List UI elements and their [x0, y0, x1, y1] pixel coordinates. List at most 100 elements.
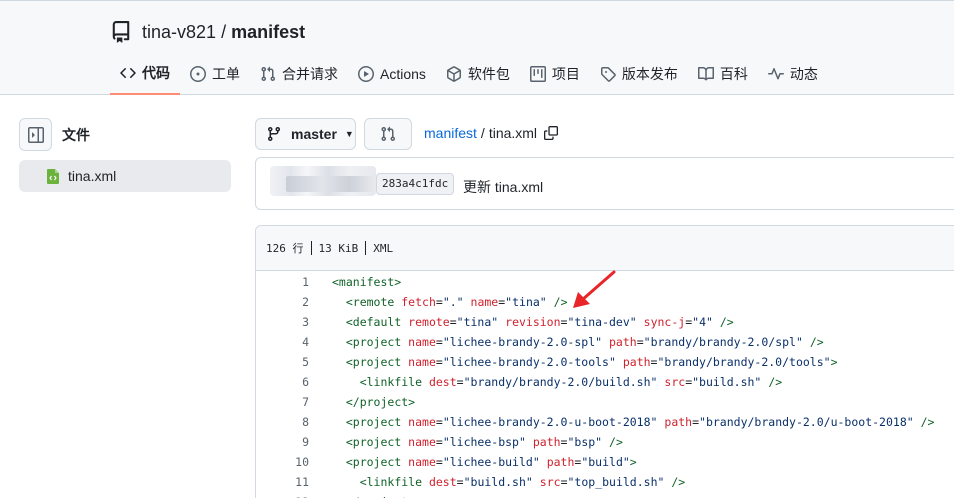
line-number[interactable]: 7	[256, 395, 309, 409]
xml-tag-token: <default	[345, 315, 409, 329]
branch-selector-button[interactable]: master ▼	[255, 118, 356, 150]
code-line: 7 </project>	[256, 392, 954, 412]
xml-tag-token: />	[671, 475, 686, 489]
code-icon	[120, 65, 136, 81]
tab-label: 项目	[551, 65, 580, 82]
tag-icon	[600, 66, 616, 82]
tab-actions[interactable]: Actions	[348, 56, 436, 91]
xml-attr-token: sync-j	[643, 315, 686, 329]
line-number[interactable]: 11	[256, 475, 309, 489]
code-line: 10 <project name="lichee-build" path="bu…	[256, 452, 954, 472]
tab-code[interactable]: 代码	[110, 56, 180, 95]
branch-name: master	[291, 126, 337, 142]
code-line: 8 <project name="lichee-brandy-2.0-u-boo…	[256, 412, 954, 432]
line-source: <linkfile dest="build.sh" src="top_build…	[309, 475, 686, 489]
file-size: 13 KiB	[318, 241, 359, 255]
xml-attr-token: name	[408, 415, 436, 429]
line-source: <manifest>	[309, 275, 401, 289]
tab-wiki[interactable]: 百科	[688, 56, 758, 91]
line-source: </project>	[309, 395, 415, 409]
xml-value-token: "build.sh"	[463, 475, 533, 489]
code-text: =	[560, 475, 568, 489]
commit-sha-badge[interactable]: 283a4c1fdc	[376, 173, 455, 195]
file-type: XML	[373, 241, 394, 255]
sidebar-file-tina-xml[interactable]: tina.xml	[19, 160, 231, 192]
file-info-bar: 126 行 13 KiB XML	[256, 226, 954, 271]
xml-tag-token: <project	[345, 415, 409, 429]
project-icon	[529, 65, 546, 82]
xml-attr-token: name	[408, 455, 436, 469]
code-text: =	[456, 475, 464, 489]
xml-value-token: "brandy/brandy-2.0/build.sh"	[463, 375, 658, 389]
xml-tag-token: <project	[345, 455, 409, 469]
line-source: <project name="lichee-brandy-2.0-tools" …	[309, 355, 838, 369]
tab-label: 工单	[212, 65, 240, 82]
line-number[interactable]: 1	[256, 275, 309, 289]
xml-value-token: "tina"	[505, 295, 547, 309]
repo-name-link[interactable]: manifest	[231, 22, 305, 43]
play-icon	[358, 65, 374, 82]
commit-message[interactable]: 更新 tina.xml	[463, 177, 543, 197]
issue-icon	[190, 65, 206, 82]
code-text: =	[636, 335, 644, 349]
breadcrumb-separator: /	[480, 125, 485, 141]
line-number[interactable]: 8	[256, 415, 309, 429]
code-text: =	[456, 375, 464, 389]
tab-label: 版本发布	[621, 65, 678, 82]
xml-tag-token: <project	[345, 355, 409, 369]
tab-issues[interactable]: 工单	[180, 56, 250, 91]
latest-commit-box: 283a4c1fdc 更新 tina.xml	[255, 157, 954, 210]
line-number[interactable]: 4	[256, 335, 309, 349]
tab-packages[interactable]: 软件包	[436, 56, 520, 91]
line-number[interactable]: 6	[256, 375, 309, 389]
line-number[interactable]: 2	[256, 295, 309, 309]
branch-icon	[266, 126, 282, 142]
tab-pull-requests[interactable]: 合并请求	[250, 56, 348, 91]
repo-owner-link[interactable]: tina-v821	[142, 22, 216, 43]
breadcrumb-dir-link[interactable]: manifest	[424, 125, 477, 141]
xml-tag-token: </project>	[345, 395, 416, 409]
compare-button[interactable]	[364, 118, 412, 150]
line-source: <project name="lichee-brandy-2.0-spl" pa…	[309, 335, 824, 349]
xml-attr-token: path	[622, 355, 651, 369]
package-icon	[446, 65, 462, 82]
xml-attr-token: name	[408, 435, 436, 449]
xml-attr-token: path	[546, 455, 575, 469]
tab-releases[interactable]: 版本发布	[590, 56, 688, 91]
sidebar-toggle-button[interactable]	[19, 118, 52, 151]
xml-value-token: "."	[442, 295, 464, 309]
xml-tag-token: />	[553, 295, 568, 309]
repo-title: tina-v821 / manifest	[110, 18, 305, 46]
xml-value-token: "lichee-bsp"	[442, 435, 526, 449]
code-line: 3 <default remote="tina" revision="tina-…	[256, 312, 954, 332]
tab-label: Actions	[380, 65, 426, 82]
line-source: <default remote="tina" revision="tina-de…	[309, 315, 734, 329]
line-number[interactable]: 3	[256, 315, 309, 329]
xml-tag-token: <project	[345, 335, 409, 349]
repo-icon	[112, 21, 130, 43]
tab-label: 代码	[142, 64, 170, 81]
line-number[interactable]: 5	[256, 355, 309, 369]
line-source: <linkfile dest="brandy/brandy-2.0/build.…	[309, 375, 782, 389]
tab-projects[interactable]: 项目	[520, 56, 590, 91]
xml-attr-token: dest	[428, 375, 457, 389]
sidebar-title: 文件	[62, 127, 90, 143]
line-number[interactable]: 9	[256, 435, 309, 449]
tab-activity[interactable]: 动态	[758, 56, 828, 91]
xml-attr-token: name	[408, 355, 436, 369]
line-number[interactable]: 10	[256, 455, 309, 469]
copy-icon[interactable]	[544, 126, 559, 140]
xml-tag-token: />	[809, 335, 824, 349]
breadcrumb-file: tina.xml	[488, 125, 538, 141]
file-viewer: 126 行 13 KiB XML 1 <manifest> 2 <remote fe…	[255, 225, 954, 498]
